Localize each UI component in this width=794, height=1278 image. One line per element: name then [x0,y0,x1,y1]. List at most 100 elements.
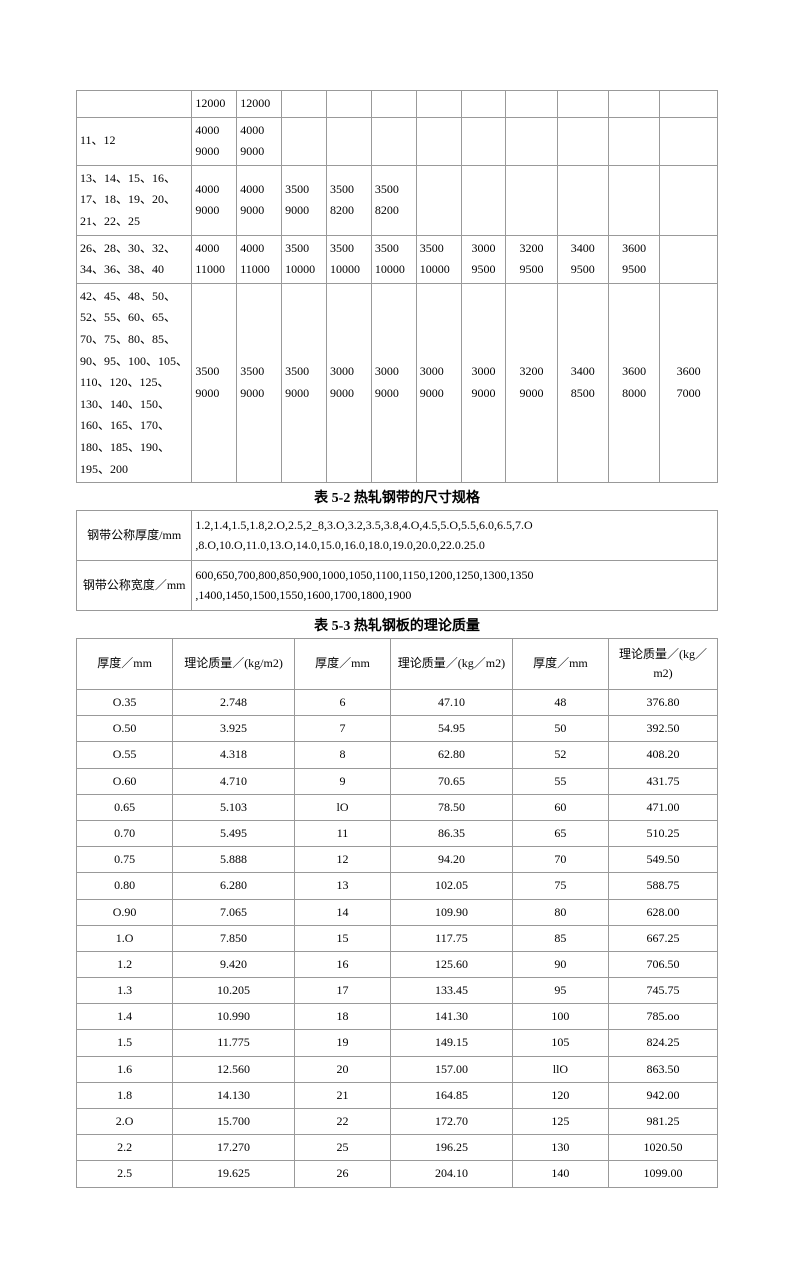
table-cell: 65 [512,820,608,846]
table-cell: 12.560 [173,1056,295,1082]
table-cell: 94.20 [391,847,513,873]
table-cell: 12000 [192,91,237,118]
table-cell [371,117,416,165]
table-cell: 376.80 [608,690,717,716]
table-header: 理论质量／(kg／m2) [391,638,513,689]
table-cell [608,165,659,235]
table-cell: 120 [512,1082,608,1108]
table-cell: 588.75 [608,873,717,899]
table-header: 厚度／mm [512,638,608,689]
table-cell: 16 [294,951,390,977]
table-cell: O.35 [77,690,173,716]
table-cell [660,165,718,235]
table-cell: 12000 [237,91,282,118]
table-cell: 25 [294,1135,390,1161]
table-cell: 1.8 [77,1082,173,1108]
table-cell: 3500 8200 [326,165,371,235]
table-cell: 0.75 [77,847,173,873]
table-cell: 204.10 [391,1161,513,1187]
table-cell: 1.4 [77,1004,173,1030]
table-cell: 90 [512,951,608,977]
table-cell: 3600 7000 [660,283,718,482]
table-header: 理论质量／(kg/m2) [173,638,295,689]
table-cell: 10.205 [173,978,295,1004]
table-row-label: 11、12 [77,117,192,165]
table-cell: 3500 10000 [326,235,371,283]
table-cell: 15.700 [173,1109,295,1135]
table-cell: 8 [294,742,390,768]
table-cell: 1.O [77,925,173,951]
table-cell: 0.65 [77,794,173,820]
table-cell: llO [512,1056,608,1082]
table-cell: 431.75 [608,768,717,794]
table-cell: 14.130 [173,1082,295,1108]
table-cell: 4000 9000 [237,117,282,165]
table-cell [557,117,608,165]
table-cell: 981.25 [608,1109,717,1135]
table-cell: 4000 11000 [237,235,282,283]
table-cell: 706.50 [608,951,717,977]
table-row-label: 13、14、15、16、17、18、19、20、21、22、25 [77,165,192,235]
table-cell: 26 [294,1161,390,1187]
table-cell: 5.495 [173,820,295,846]
table-cell: 133.45 [391,978,513,1004]
table-cell: 600,650,700,800,850,900,1000,1050,1100,1… [192,560,718,610]
table-cell: 15 [294,925,390,951]
table-cell: 157.00 [391,1056,513,1082]
table-cell [416,91,461,118]
table-cell: 6.280 [173,873,295,899]
table-cell: 4.710 [173,768,295,794]
table-cell: 17 [294,978,390,1004]
table-row-label [77,91,192,118]
table-cell: 3200 9000 [506,283,557,482]
table-cell: 3400 8500 [557,283,608,482]
table-cell: O.55 [77,742,173,768]
table-cell: 4000 9000 [237,165,282,235]
table-cell: 3500 9000 [192,283,237,482]
table-cell: 2.2 [77,1135,173,1161]
table-cell: 3000 9500 [461,235,506,283]
table-cell: 13 [294,873,390,899]
table-cell: 70 [512,847,608,873]
table-cell [506,165,557,235]
table-cell: 3000 9000 [416,283,461,482]
table-cell: 85 [512,925,608,951]
table-cell: 19.625 [173,1161,295,1187]
table-cell: 3500 10000 [371,235,416,283]
table-cell [416,117,461,165]
table-cell: 164.85 [391,1082,513,1108]
table-cell [660,117,718,165]
table-row-label: 钢带公称宽度／mm [77,560,192,610]
table-cell: 80 [512,899,608,925]
table-dimensions: 120001200011、124000 90004000 900013、14、1… [76,90,718,483]
table-cell: 824.25 [608,1030,717,1056]
table-cell [506,91,557,118]
table-cell: 1020.50 [608,1135,717,1161]
table-cell: 863.50 [608,1056,717,1082]
table-cell: 20 [294,1056,390,1082]
table-cell: O.90 [77,899,173,925]
table-cell: 7.065 [173,899,295,925]
table-cell: 55 [512,768,608,794]
table-cell: 102.05 [391,873,513,899]
table-cell: 3.925 [173,716,295,742]
table-cell: 510.25 [608,820,717,846]
table-cell: 5.888 [173,847,295,873]
table-cell: 1.2 [77,951,173,977]
table-cell: 3600 8000 [608,283,659,482]
table-cell: 95 [512,978,608,1004]
table-cell: 4000 11000 [192,235,237,283]
table-cell [557,165,608,235]
table-cell: 60 [512,794,608,820]
table-cell: 47.10 [391,690,513,716]
table-cell [608,117,659,165]
table-cell: 0.80 [77,873,173,899]
table-cell [416,165,461,235]
table-cell: 22 [294,1109,390,1135]
table-cell: 3400 9500 [557,235,608,283]
table-cell: lO [294,794,390,820]
table-cell: 549.50 [608,847,717,873]
table-strip-dimensions: 钢带公称厚度/mm1.2,1.4,1.5,1.8,2.O,2.5,2_8,3.O… [76,510,718,611]
table-cell: 54.95 [391,716,513,742]
table-header: 理论质量／(kg／m2) [608,638,717,689]
